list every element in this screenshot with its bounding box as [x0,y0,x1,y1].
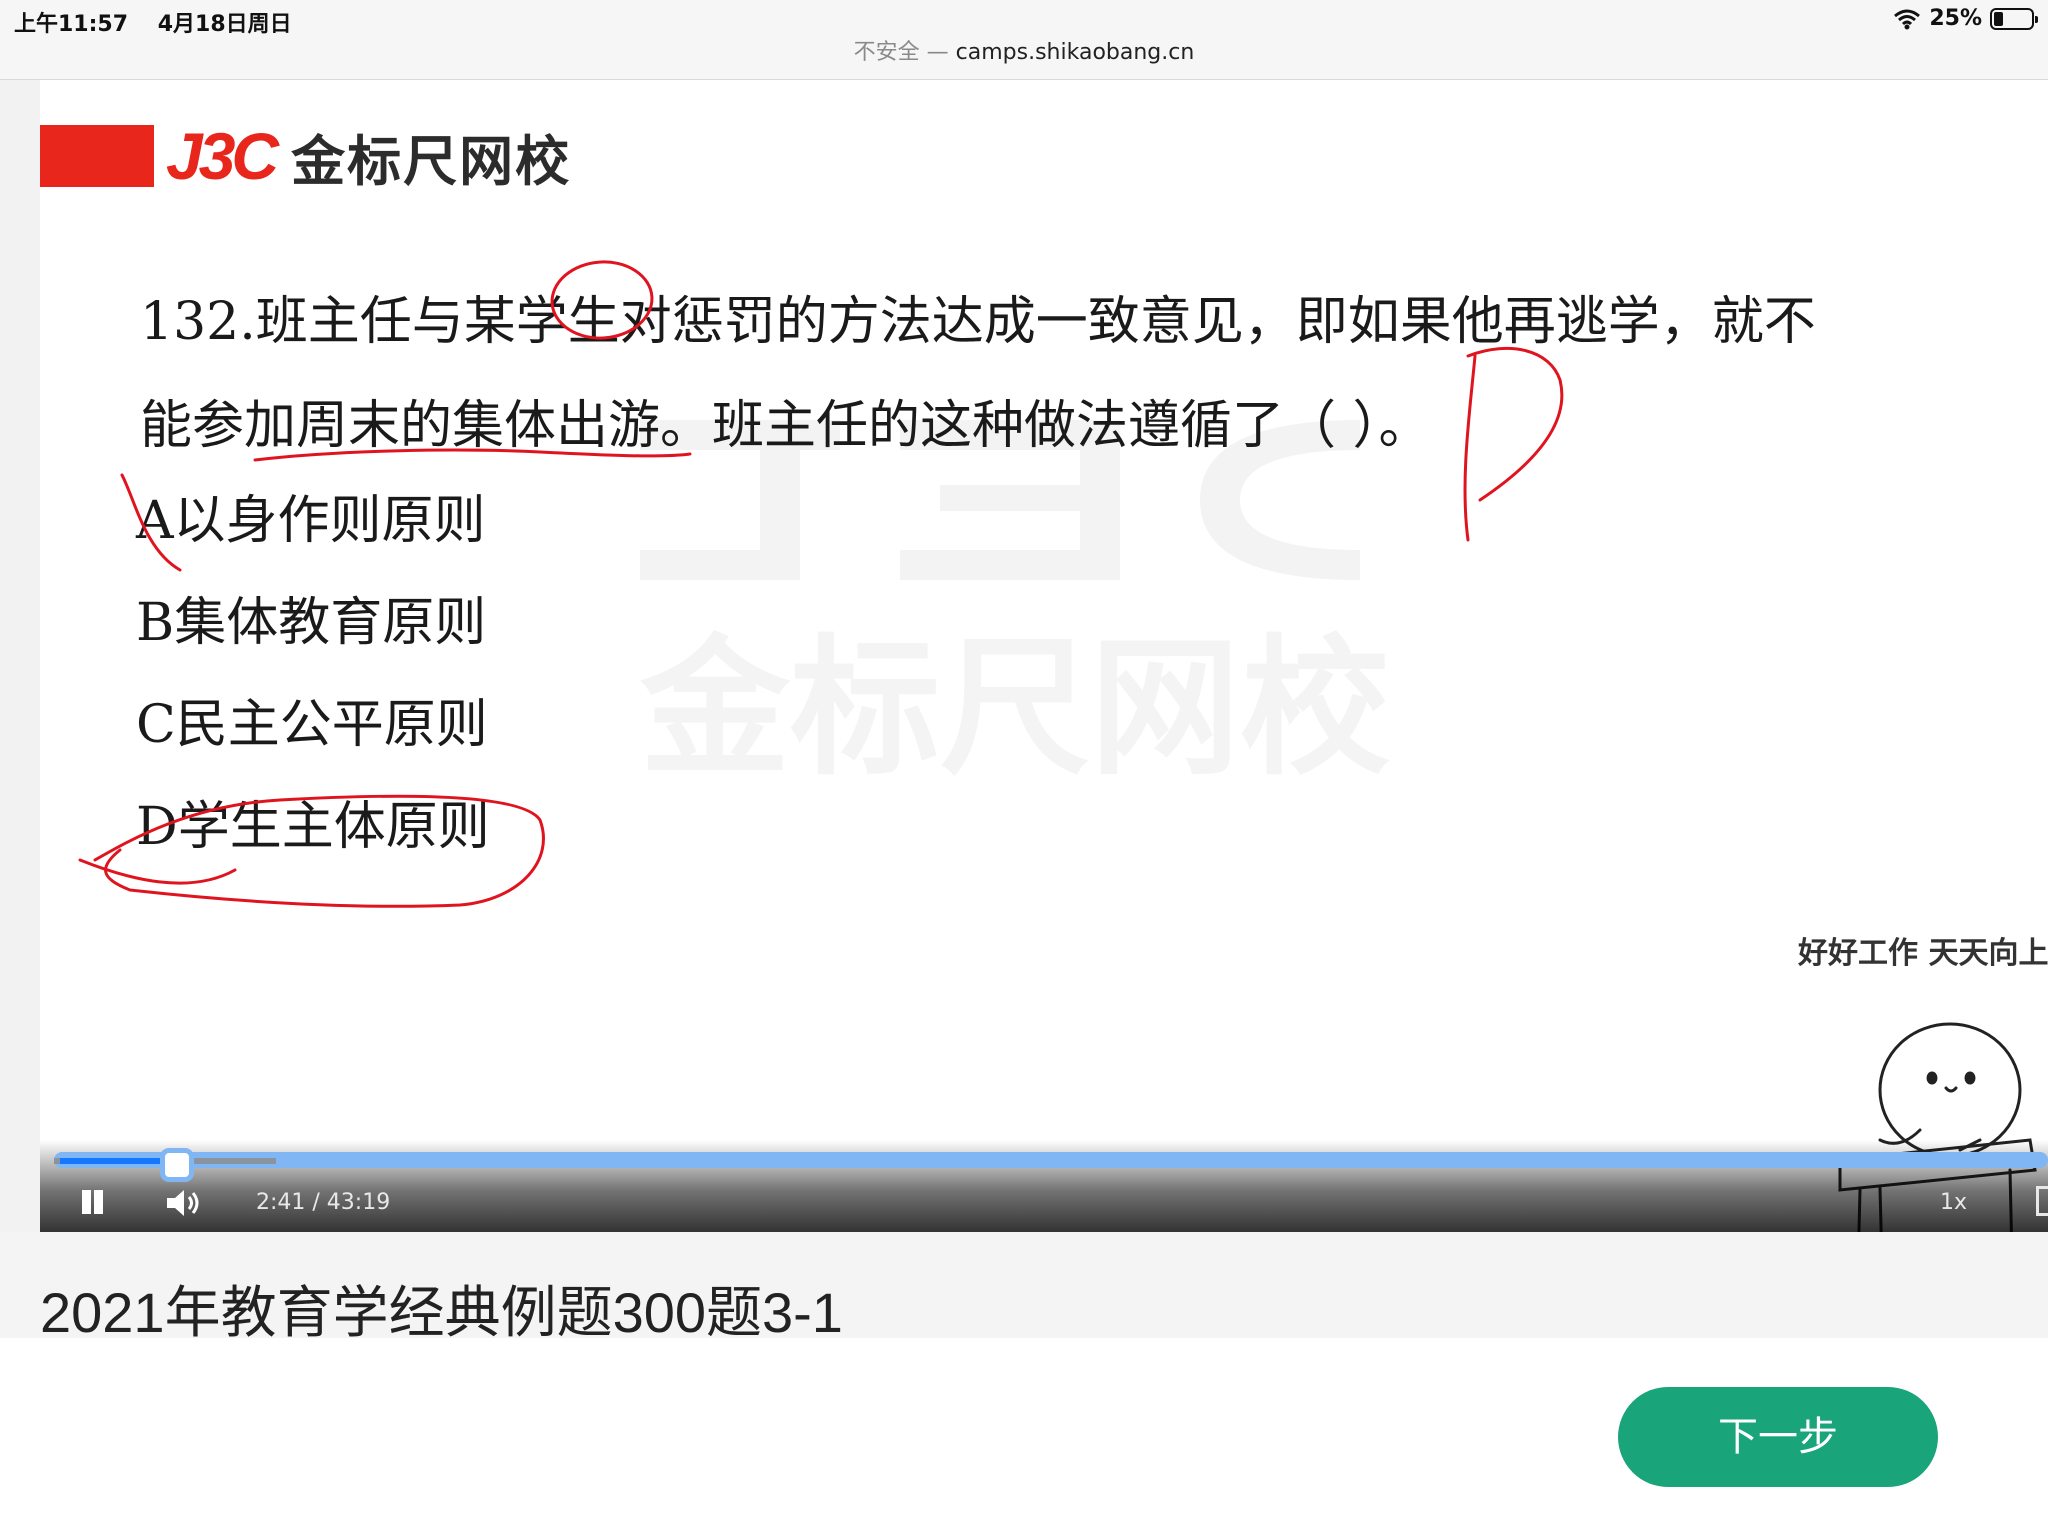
video-title: 2021年教育学经典例题300题3-1 [40,1281,843,1344]
logo-red-block [40,125,154,187]
option-a: A以身作则原则 [136,491,486,551]
time-display: 2:41 / 43:19 [256,1190,391,1215]
brand-logo: J3C 金标尺网校 [40,119,571,193]
status-indicators: 25% [1893,6,2038,31]
logo-letters: J3C [166,119,279,193]
next-step-button[interactable]: 下一步 [1618,1387,1938,1487]
video-player[interactable]: 金标尺网校 J3C 金标尺网校 132.班主任与某学生对惩罚的方法达成一致意见，… [40,80,2048,1232]
progress-thumb[interactable] [160,1148,194,1182]
status-date: 4月18日周日 [157,12,292,37]
handwritten-annotations: D [78,260,1564,908]
sticker-caption: 好好工作 天天向上 [1798,936,2048,971]
left-gutter [0,80,40,1232]
fullscreen-icon[interactable] [2036,1186,2048,1216]
url-insecure-label: 不安全 — [853,40,949,65]
question-line-2: 能参加周末的集体出游。班主任的这种做法遵循了（ ）。 [140,396,1431,456]
volume-icon[interactable] [164,1186,204,1220]
watermark-text: 金标尺网校 [640,622,1390,796]
progress-bar[interactable] [54,1152,2048,1168]
question-line-1: 132.班主任与某学生对惩罚的方法达成一致意见，即如果他再逃学，就不 [140,292,1816,352]
battery-percent: 25% [1929,6,1982,31]
url-bar[interactable]: 不安全 — camps.shikaobang.cn [0,40,2048,80]
status-time-date: 上午11:57 4月18日周日 [14,6,292,38]
option-d: D学生主体原则 [136,797,490,857]
speed-button[interactable]: 1x [1940,1190,1967,1215]
option-c: C民主公平原则 [136,695,488,755]
question-text: 132.班主任与某学生对惩罚的方法达成一致意见，即如果他再逃学，就不 能参加周末… [140,270,2020,478]
option-b: B集体教育原则 [136,593,487,653]
tail-mark-option-d [78,858,237,885]
url-domain: camps.shikaobang.cn [955,40,1195,65]
status-time: 上午11:57 [14,12,129,37]
logo-brand-name: 金标尺网校 [291,129,572,193]
pause-button[interactable] [74,1184,110,1224]
battery-icon [1990,7,2038,30]
wifi-icon [1894,9,1921,29]
status-bar: 上午11:57 4月18日周日 25% [0,0,2048,40]
